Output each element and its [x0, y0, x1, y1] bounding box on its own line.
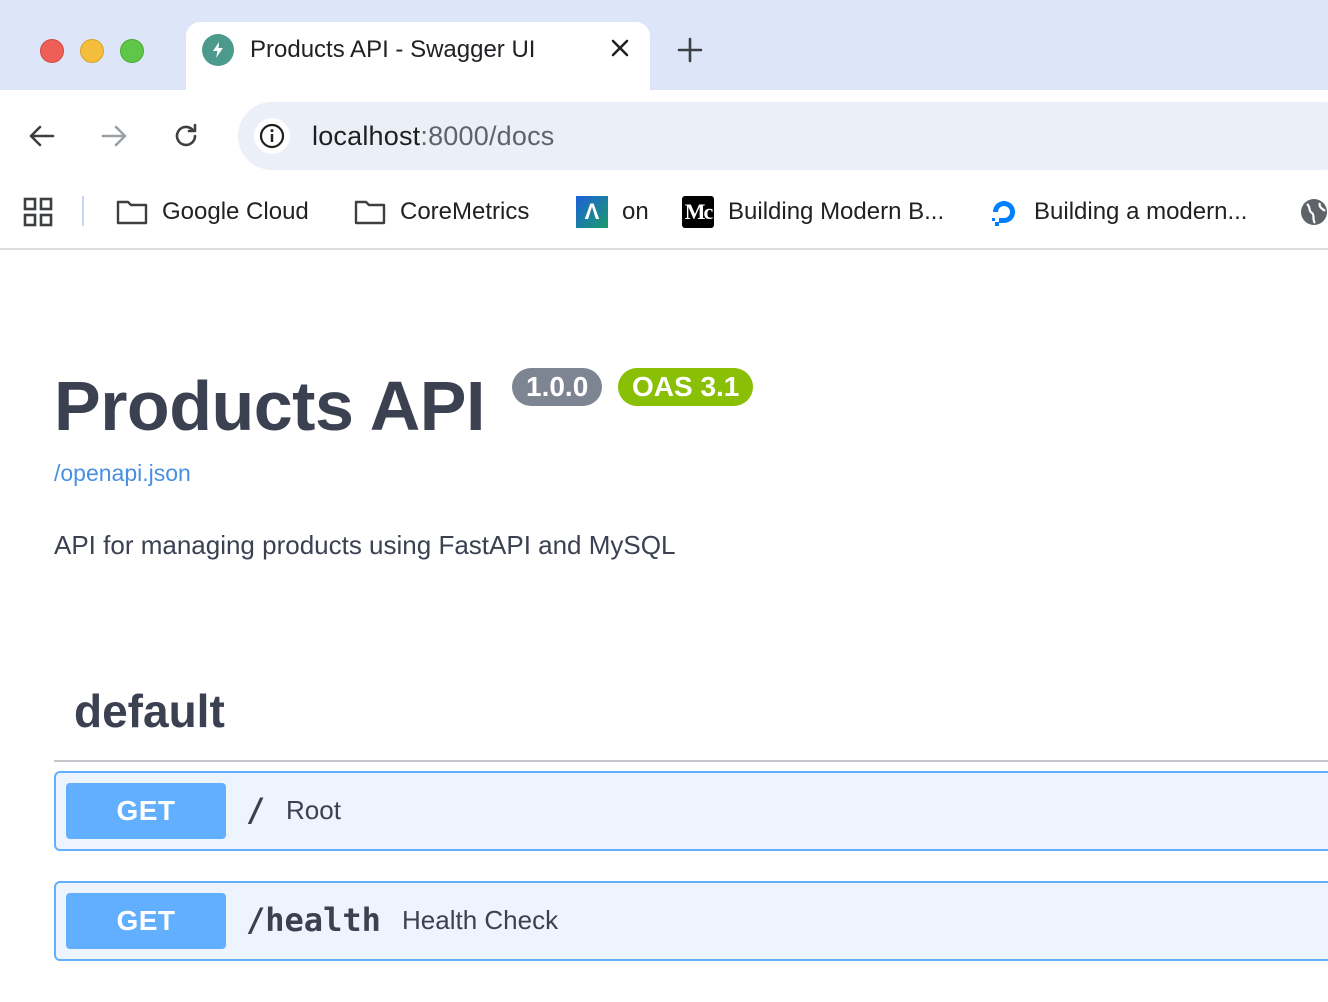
new-tab-plus-icon[interactable] — [672, 32, 708, 68]
bookmark-label: Building Modern B... — [728, 198, 945, 225]
operation-get-health[interactable]: GET /health Health Check — [54, 881, 1328, 961]
bookmark-building-modern-b[interactable]: Mc Building Modern B... — [682, 194, 944, 230]
window-close-button[interactable] — [40, 39, 64, 63]
apps-grid-icon[interactable] — [22, 196, 54, 228]
operation-get-root[interactable]: GET / Root — [54, 771, 1328, 851]
operation-summary: Root — [286, 795, 341, 825]
tab-title: Products API - Swagger UI — [250, 36, 536, 63]
tag-section-default[interactable]: default — [54, 670, 1328, 762]
folder-icon — [116, 196, 148, 228]
openapi-json-link[interactable]: /openapi.json — [54, 460, 191, 487]
reload-icon[interactable] — [166, 116, 206, 156]
fastapi-logo-icon — [202, 34, 234, 66]
medium-logo-icon: Mc — [682, 196, 714, 228]
digitalocean-logo-icon — [988, 196, 1020, 228]
oas-version-badge: OAS 3.1 — [618, 368, 754, 406]
back-arrow-icon[interactable] — [22, 116, 62, 156]
bookmark-coremetrics[interactable]: CoreMetrics — [354, 194, 529, 230]
window-maximize-button[interactable] — [120, 39, 144, 63]
bookmark-globe[interactable] — [1298, 194, 1328, 230]
api-description: API for managing products using FastAPI … — [54, 530, 676, 560]
browser-tab-active[interactable]: Products API - Swagger UI — [186, 22, 650, 90]
bookmark-label: Building a modern... — [1034, 198, 1248, 225]
http-method-badge: GET — [66, 783, 226, 839]
bookmark-on[interactable]: Λ on — [576, 194, 649, 230]
tag-heading: default — [74, 685, 225, 737]
site-info-icon[interactable] — [254, 118, 290, 154]
address-bar[interactable]: localhost:8000/docs — [238, 102, 1328, 170]
version-badge: 1.0.0 — [512, 368, 603, 406]
bookmark-label: Google Cloud — [162, 198, 309, 225]
folder-icon — [354, 196, 386, 228]
a-logo-icon: Λ — [576, 196, 608, 228]
tab-close-icon[interactable] — [604, 32, 636, 64]
medium-logo-glyph: Mc — [682, 196, 714, 228]
bookmarks-separator — [82, 196, 84, 226]
window-minimize-button[interactable] — [80, 39, 104, 63]
bookmark-label: CoreMetrics — [400, 198, 530, 225]
bookmark-google-cloud[interactable]: Google Cloud — [116, 194, 309, 230]
page-title: Products API — [54, 367, 485, 445]
bookmark-building-a-modern[interactable]: Building a modern... — [988, 194, 1247, 230]
operation-summary: Health Check — [402, 905, 559, 935]
browser-toolbar: localhost:8000/docs — [0, 90, 1328, 182]
forward-arrow-icon[interactable] — [94, 116, 134, 156]
a-logo-glyph: Λ — [576, 196, 608, 228]
bookmark-label: on — [622, 198, 649, 225]
operation-path: / — [246, 791, 266, 829]
url-path: :8000/docs — [420, 121, 555, 151]
globe-icon — [1298, 196, 1328, 228]
operation-path: /health — [246, 901, 381, 939]
api-info-header: Products API 1.0.0 OAS 3.1 — [54, 366, 754, 452]
browser-tab-strip: Products API - Swagger UI — [0, 0, 1328, 90]
http-method-badge: GET — [66, 893, 226, 949]
bookmarks-bar: Google Cloud CoreMetrics Λ on Mc Buildin… — [0, 182, 1328, 250]
url-host: localhost — [312, 121, 421, 151]
url-text[interactable]: localhost:8000/docs — [312, 121, 554, 152]
